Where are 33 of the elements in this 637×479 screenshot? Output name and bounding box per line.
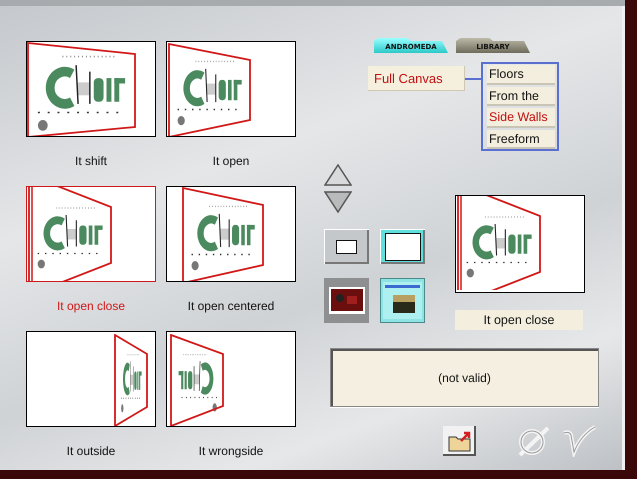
slide-thumbnail[interactable] bbox=[26, 331, 156, 427]
thumbnail-label: It wrongside bbox=[198, 443, 264, 458]
photo-background-button[interactable] bbox=[324, 278, 369, 323]
landscape-icon bbox=[383, 282, 422, 319]
frame-icon bbox=[384, 232, 420, 260]
preview-caption: It open close bbox=[455, 310, 583, 330]
mode-option[interactable]: Side Walls bbox=[487, 108, 555, 128]
mode-option[interactable]: Freeform bbox=[487, 130, 555, 149]
slide-thumbnail[interactable] bbox=[26, 186, 156, 282]
slide-thumbnail[interactable] bbox=[166, 186, 296, 282]
thumbnail-label: It shift bbox=[74, 153, 108, 168]
status-display: (not valid) bbox=[330, 348, 599, 407]
checkmark-icon[interactable] bbox=[561, 425, 597, 457]
down-triangle-button[interactable] bbox=[324, 191, 352, 213]
thumbnail-label: It open centered bbox=[186, 298, 276, 313]
folder-button[interactable] bbox=[443, 426, 476, 456]
slide-thumbnail[interactable] bbox=[26, 41, 156, 137]
mode-option[interactable]: Floors bbox=[487, 65, 555, 84]
slide-thumbnail[interactable] bbox=[166, 331, 296, 427]
slide-thumbnail[interactable] bbox=[166, 41, 296, 137]
thumbnail-label: It outside bbox=[66, 443, 116, 458]
mode-field[interactable]: Full Canvas bbox=[368, 66, 465, 91]
full-frame-button[interactable] bbox=[380, 229, 425, 264]
up-triangle-button[interactable] bbox=[324, 164, 352, 186]
small-frame-button[interactable] bbox=[324, 229, 369, 264]
thumbnail-label: It open bbox=[212, 153, 250, 168]
perspective-background-button[interactable] bbox=[380, 278, 425, 323]
frame-icon bbox=[336, 240, 357, 254]
cancel-icon[interactable] bbox=[516, 425, 552, 457]
mode-option[interactable]: From the bbox=[487, 86, 555, 106]
thumbnail-label: It open close bbox=[56, 298, 126, 313]
folder-icon bbox=[448, 430, 472, 452]
photo-icon bbox=[328, 287, 364, 314]
